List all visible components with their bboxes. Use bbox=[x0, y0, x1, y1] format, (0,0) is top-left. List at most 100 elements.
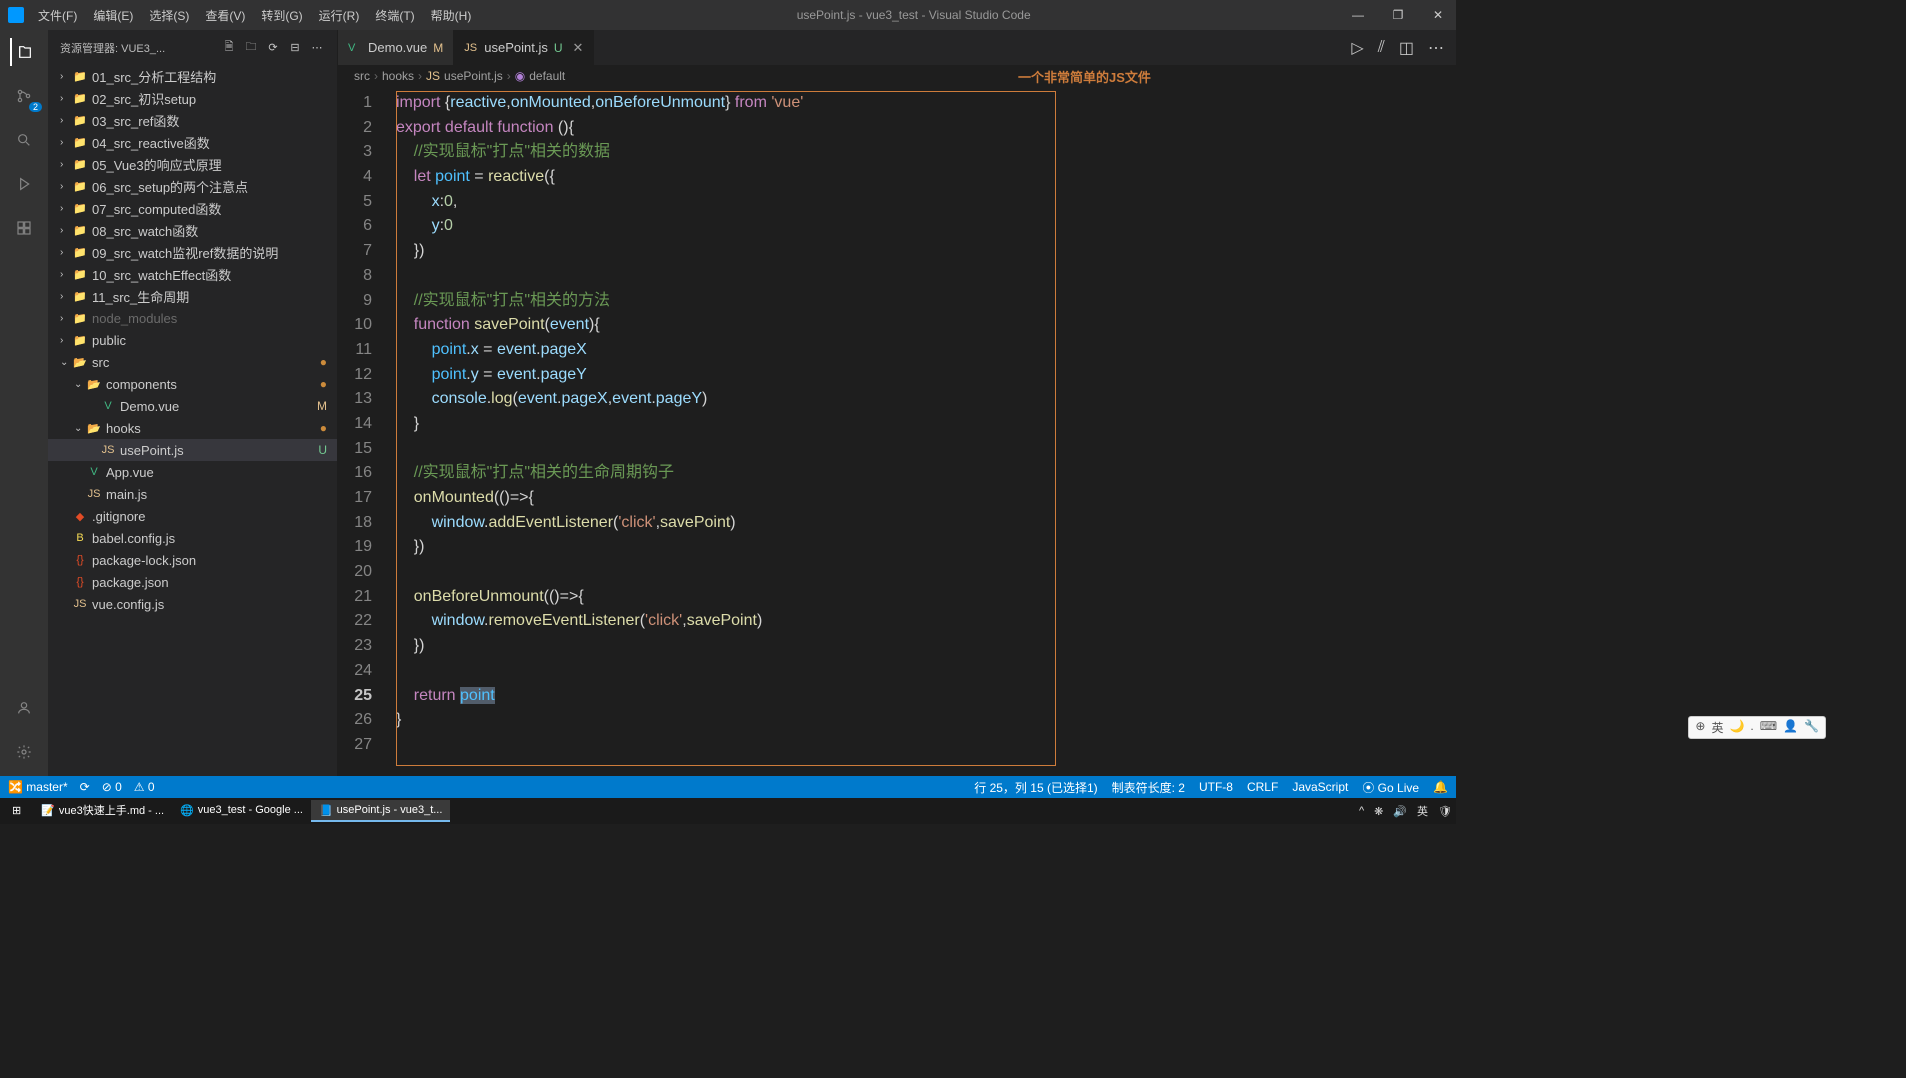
breadcrumb-item[interactable]: usePoint.js bbox=[444, 69, 503, 83]
menu-run[interactable]: 运行(R) bbox=[311, 7, 368, 24]
menu-file[interactable]: 文件(F) bbox=[30, 7, 85, 24]
tree-item[interactable]: ›📁09_src_watch监视ref数据的说明 bbox=[48, 241, 337, 263]
file-tree: ›📁01_src_分析工程结构›📁02_src_初识setup›📁03_src_… bbox=[48, 65, 337, 776]
windows-taskbar: ⊞📝vue3快速上手.md - ...🌐vue3_test - Google .… bbox=[0, 798, 1456, 824]
tree-item[interactable]: ⌄📂src● bbox=[48, 351, 337, 373]
split-icon[interactable]: ⫽ bbox=[1378, 39, 1385, 57]
tray-icon[interactable]: 🔊 bbox=[1393, 805, 1407, 818]
annotation-text: 一个非常简单的JS文件 bbox=[1018, 67, 1151, 86]
taskbar-item[interactable]: 🌐vue3_test - Google ... bbox=[172, 800, 311, 822]
tree-item[interactable]: VApp.vue bbox=[48, 461, 337, 483]
layout-icon[interactable]: ◫ bbox=[1399, 38, 1414, 58]
eol[interactable]: CRLF bbox=[1247, 780, 1278, 794]
tree-item[interactable]: JSusePoint.jsU bbox=[48, 439, 337, 461]
tree-item[interactable]: ›📁07_src_computed函数 bbox=[48, 197, 337, 219]
language-mode[interactable]: JavaScript bbox=[1292, 780, 1348, 794]
tree-item[interactable]: JSmain.js bbox=[48, 483, 337, 505]
minimap[interactable] bbox=[1352, 87, 1442, 776]
cursor-position[interactable]: 行 25，列 15 (已选择1) bbox=[974, 779, 1097, 796]
tree-item[interactable]: {}package.json bbox=[48, 571, 337, 593]
menu-go[interactable]: 转到(G) bbox=[253, 7, 310, 24]
breadcrumb-item[interactable]: src bbox=[354, 69, 370, 83]
editor-tab[interactable]: JSusePoint.jsU✕ bbox=[454, 30, 594, 65]
tree-item[interactable]: ›📁03_src_ref函数 bbox=[48, 109, 337, 131]
refresh-icon[interactable]: ⟳ bbox=[265, 41, 281, 54]
errors-count[interactable]: ⊘ 0 bbox=[102, 780, 122, 794]
tree-item[interactable]: ›📁05_Vue3的响应式原理 bbox=[48, 153, 337, 175]
sidebar: 资源管理器: VUE3_... 🗎 🗀 ⟳ ⊟ ⋯ ›📁01_src_分析工程结… bbox=[48, 30, 338, 776]
tree-item[interactable]: ›📁01_src_分析工程结构 bbox=[48, 65, 337, 87]
tree-item[interactable]: ›📁10_src_watchEffect函数 bbox=[48, 263, 337, 285]
ime-button[interactable]: ⌨ bbox=[1760, 719, 1777, 736]
editor-tabs: VDemo.vueMJSusePoint.jsU✕ ▷ ⫽ ◫ ⋯ bbox=[338, 30, 1456, 65]
search-icon[interactable] bbox=[10, 126, 38, 154]
code-editor[interactable]: 1234567891011121314151617181920212223242… bbox=[338, 87, 1456, 758]
taskbar-item[interactable]: 📝vue3快速上手.md - ... bbox=[33, 800, 172, 822]
breadcrumb-item[interactable]: hooks bbox=[382, 69, 414, 83]
new-file-icon[interactable]: 🗎 bbox=[221, 38, 237, 57]
tray-icon[interactable]: 🛡 bbox=[1438, 805, 1452, 818]
more-tab-icon[interactable]: ⋯ bbox=[1428, 38, 1444, 58]
titlebar: 文件(F) 编辑(E) 选择(S) 查看(V) 转到(G) 运行(R) 终端(T… bbox=[0, 0, 1456, 30]
ime-button[interactable]: ⊕ bbox=[1695, 719, 1705, 736]
tree-item[interactable]: ›📁06_src_setup的两个注意点 bbox=[48, 175, 337, 197]
menu-terminal[interactable]: 终端(T) bbox=[367, 7, 422, 24]
minimize-button[interactable]: — bbox=[1348, 8, 1368, 22]
taskbar-item[interactable]: ⊞ bbox=[4, 800, 33, 822]
editor-tab[interactable]: VDemo.vueM bbox=[338, 30, 454, 65]
tray-icon[interactable]: ❋ bbox=[1374, 805, 1383, 818]
notifications-icon[interactable]: 🔔 bbox=[1433, 780, 1448, 794]
scm-icon[interactable] bbox=[10, 82, 38, 110]
breadcrumb-item[interactable]: default bbox=[529, 69, 565, 83]
tree-item[interactable]: ›📁08_src_watch函数 bbox=[48, 219, 337, 241]
tree-item[interactable]: ⌄📂hooks● bbox=[48, 417, 337, 439]
git-branch[interactable]: 🔀 master* bbox=[8, 780, 68, 794]
ime-button[interactable]: 🌙 bbox=[1729, 719, 1744, 736]
sidebar-header: 资源管理器: VUE3_... 🗎 🗀 ⟳ ⊟ ⋯ bbox=[48, 30, 337, 65]
tree-item[interactable]: ›📁02_src_初识setup bbox=[48, 87, 337, 109]
menu-edit[interactable]: 编辑(E) bbox=[85, 7, 141, 24]
tree-item[interactable]: VDemo.vueM bbox=[48, 395, 337, 417]
account-icon[interactable] bbox=[10, 694, 38, 722]
tree-item[interactable]: ◆.gitignore bbox=[48, 505, 337, 527]
tree-item[interactable]: {}package-lock.json bbox=[48, 549, 337, 571]
maximize-button[interactable]: ❐ bbox=[1388, 8, 1408, 22]
taskbar-item[interactable]: 📘usePoint.js - vue3_t... bbox=[311, 800, 450, 822]
tree-item[interactable]: ›📁public bbox=[48, 329, 337, 351]
tree-item[interactable]: ›📁node_modules bbox=[48, 307, 337, 329]
debug-icon[interactable] bbox=[10, 170, 38, 198]
menu-help[interactable]: 帮助(H) bbox=[423, 7, 480, 24]
extensions-icon[interactable] bbox=[10, 214, 38, 242]
statusbar: 🔀 master* ⟳ ⊘ 0 ⚠ 0 行 25，列 15 (已选择1) 制表符… bbox=[0, 776, 1456, 798]
sync-icon[interactable]: ⟳ bbox=[80, 780, 90, 794]
tree-item[interactable]: ⌄📂components● bbox=[48, 373, 337, 395]
run-icon[interactable]: ▷ bbox=[1351, 38, 1363, 58]
tab-size[interactable]: 制表符长度: 2 bbox=[1112, 779, 1185, 796]
menu-view[interactable]: 查看(V) bbox=[197, 7, 253, 24]
tree-item[interactable]: JSvue.config.js bbox=[48, 593, 337, 615]
new-folder-icon[interactable]: 🗀 bbox=[243, 38, 259, 57]
settings-icon[interactable] bbox=[10, 738, 38, 766]
ime-toolbar[interactable]: ⊕ 英 🌙. ⌨ 👤 🔧 bbox=[1688, 716, 1826, 739]
tray-icon[interactable]: 英 bbox=[1417, 803, 1428, 819]
warnings-count[interactable]: ⚠ 0 bbox=[134, 780, 155, 794]
tree-item[interactable]: ›📁04_src_reactive函数 bbox=[48, 131, 337, 153]
more-icon[interactable]: ⋯ bbox=[309, 41, 325, 54]
ime-button[interactable]: 英 bbox=[1711, 719, 1723, 736]
tree-item[interactable]: Bbabel.config.js bbox=[48, 527, 337, 549]
window-title: usePoint.js - vue3_test - Visual Studio … bbox=[479, 8, 1348, 22]
tray-icon[interactable]: ^ bbox=[1359, 805, 1364, 817]
go-live[interactable]: ⦿ Go Live bbox=[1362, 779, 1419, 796]
close-button[interactable]: ✕ bbox=[1428, 8, 1448, 22]
encoding[interactable]: UTF-8 bbox=[1199, 780, 1233, 794]
editor-area: VDemo.vueMJSusePoint.jsU✕ ▷ ⫽ ◫ ⋯ src› h… bbox=[338, 30, 1456, 776]
collapse-icon[interactable]: ⊟ bbox=[287, 41, 303, 54]
breadcrumb[interactable]: src› hooks› JS usePoint.js› ◉ default 一个… bbox=[338, 65, 1456, 87]
tree-item[interactable]: ›📁11_src_生命周期 bbox=[48, 285, 337, 307]
ime-button[interactable]: 👤 bbox=[1783, 719, 1798, 736]
menu-selection[interactable]: 选择(S) bbox=[141, 7, 197, 24]
ime-button[interactable]: 🔧 bbox=[1804, 719, 1819, 736]
ime-button[interactable]: . bbox=[1750, 719, 1753, 736]
vscode-icon bbox=[8, 7, 24, 23]
explorer-icon[interactable] bbox=[10, 38, 38, 66]
